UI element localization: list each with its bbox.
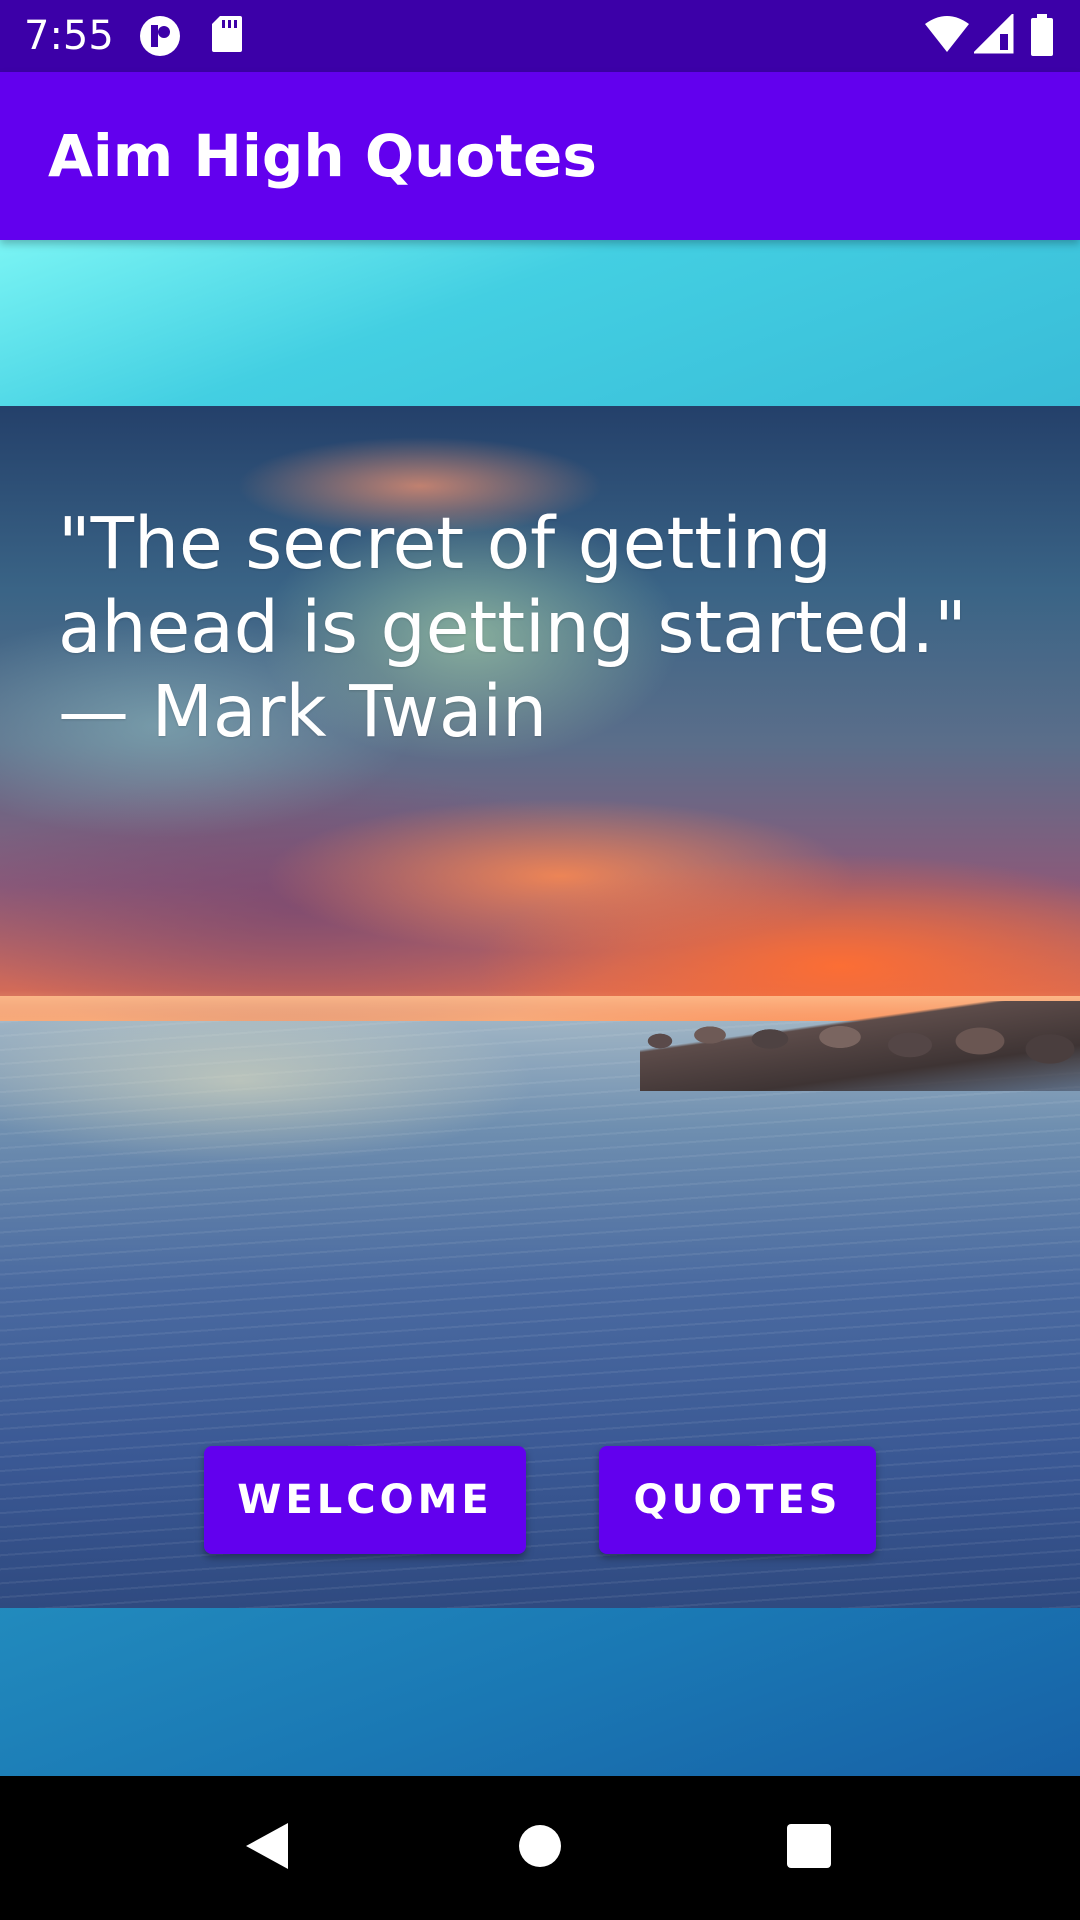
back-button[interactable]: [195, 1776, 339, 1920]
wifi-icon: [924, 14, 970, 54]
recents-button[interactable]: [737, 1776, 881, 1920]
app-title: Aim High Quotes: [48, 122, 597, 190]
back-icon: [244, 1821, 290, 1876]
home-button[interactable]: [468, 1776, 612, 1920]
cell-signal-icon: [974, 14, 1014, 54]
quote-text: "The secret of getting ahead is getting …: [58, 502, 967, 753]
welcome-button[interactable]: WELCOME: [204, 1446, 526, 1554]
navigation-bar: [0, 1776, 1080, 1920]
app-notification-icon: [138, 14, 182, 58]
sea-water: [0, 1021, 1080, 1608]
status-bar: 7:55: [0, 0, 1080, 72]
recents-icon: [786, 1823, 832, 1874]
status-time: 7:55: [24, 13, 114, 59]
home-icon: [518, 1824, 562, 1873]
rock-jetty: [640, 1001, 1080, 1091]
sd-card-icon: [210, 14, 244, 54]
app-bar: Aim High Quotes: [0, 72, 1080, 240]
quotes-button[interactable]: QUOTES: [599, 1446, 876, 1554]
battery-icon: [1030, 14, 1054, 56]
